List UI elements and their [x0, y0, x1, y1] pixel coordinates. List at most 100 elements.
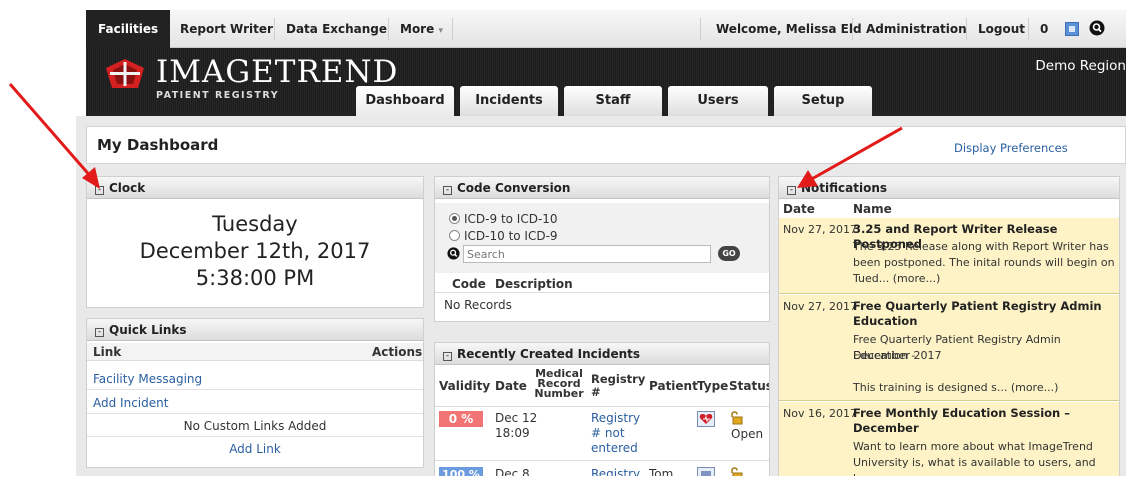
nav-report-writer[interactable]: Report Writer — [180, 10, 273, 48]
nav-divider — [452, 18, 453, 40]
nav-data-exchange[interactable]: Data Exchange — [286, 10, 387, 48]
notification-title-line: Education — [853, 314, 918, 328]
notification-title[interactable]: Free Monthly Education Session – Decembe… — [853, 406, 1070, 436]
tab-setup[interactable]: Setup — [774, 86, 872, 116]
no-custom-links-message: No Custom Links Added — [183, 419, 327, 433]
column-date: Date — [783, 202, 815, 216]
notification-item[interactable]: Nov 27, 2017 3.25 and Report Writer Rele… — [779, 218, 1119, 294]
radio-icd9-to-icd10[interactable]: ICD-9 to ICD-10 — [449, 212, 558, 226]
collapse-icon[interactable]: - — [443, 186, 452, 195]
clock-day: Tuesday — [212, 212, 298, 236]
nav-divider — [274, 18, 275, 40]
registry-link[interactable]: Registry — [591, 467, 640, 476]
tab-staff[interactable]: Staff — [564, 86, 662, 116]
quick-links-column-headers: Link Actions — [87, 343, 423, 361]
notification-body: Want to learn more about what ImageTrend — [853, 440, 1093, 453]
table-row[interactable]: 0 % Dec 12 18:09 Registry # not entered … — [435, 409, 769, 461]
welcome-user[interactable]: Welcome, Melissa Eld — [716, 10, 862, 48]
message-count[interactable]: 0 — [1040, 10, 1048, 48]
search-icon[interactable] — [1089, 20, 1105, 36]
notification-more-link[interactable]: This training is designed s... (more...) — [853, 380, 1058, 396]
nav-divider — [852, 18, 853, 40]
notification-item[interactable]: Nov 27, 2017 Free Quarterly Patient Regi… — [779, 295, 1119, 401]
radio-icd10-to-icd9[interactable]: ICD-10 to ICD-9 — [449, 229, 558, 243]
registry-line: Registry — [591, 411, 641, 425]
column-medical-record-number: Medical Record Number — [534, 367, 584, 400]
clock-time: 5:38:00 PM — [195, 266, 315, 290]
no-records-message: No Records — [444, 298, 512, 312]
clock-title: Clock — [109, 181, 146, 195]
recent-incidents-panel: - Recently Created Incidents Validity Dat… — [434, 342, 770, 476]
table-row[interactable]: 100 % Dec 8 Registry Tom — [435, 465, 769, 476]
go-button[interactable]: GO — [718, 246, 740, 261]
clock-panel: - Clock Tuesday December 12th, 2017 5:38:… — [86, 176, 424, 308]
radio-icon[interactable] — [449, 230, 460, 241]
notification-body: December 2017 — [853, 349, 942, 362]
column-date: Date — [495, 379, 527, 393]
add-link-button[interactable]: Add Link — [87, 442, 423, 456]
row-divider — [87, 436, 423, 437]
quick-link-add-incident[interactable]: Add Incident — [93, 396, 168, 410]
display-preferences-link[interactable]: Display Preferences — [954, 141, 1068, 155]
notification-more-link[interactable]: Tued... (more...) — [853, 271, 940, 287]
quick-links-header[interactable]: - Quick Links — [87, 319, 423, 341]
nav-logout[interactable]: Logout — [978, 10, 1025, 48]
notification-title[interactable]: Free Quarterly Patient Registry Admin Ed… — [853, 299, 1102, 329]
recent-incidents-title: Recently Created Incidents — [457, 347, 641, 361]
column-description: Description — [495, 277, 573, 291]
patient-name: Tom — [649, 467, 674, 476]
quick-link-facility-messaging[interactable]: Facility Messaging — [93, 372, 202, 386]
notification-date: Nov 27, 2017 — [783, 223, 857, 236]
recent-incidents-header[interactable]: - Recently Created Incidents — [435, 343, 769, 365]
notification-date: Nov 16, 2017 — [783, 407, 857, 420]
incident-date: Dec 12 18:09 — [495, 411, 537, 441]
nav-divider — [1028, 18, 1029, 40]
top-navigation-bar: Facilities Report Writer Data Exchange M… — [86, 10, 1126, 48]
incident-type-icon — [697, 467, 715, 476]
region-name: Demo Region — [1035, 58, 1126, 74]
column-patient: Patient — [649, 379, 698, 393]
search-icon — [447, 247, 460, 263]
column-validity: Validity — [439, 379, 491, 393]
page-title: My Dashboard — [97, 136, 219, 154]
collapse-icon[interactable]: - — [95, 328, 104, 337]
unlock-icon — [729, 411, 743, 428]
column-code: Code — [452, 277, 486, 291]
notification-body: University is, what is available to user… — [853, 456, 1096, 476]
tab-incidents[interactable]: Incidents — [460, 86, 558, 116]
row-divider — [87, 389, 423, 390]
row-divider — [87, 413, 423, 414]
notifications-header[interactable]: - Notifications — [779, 177, 1119, 199]
notification-item[interactable]: Nov 16, 2017 Free Monthly Education Sess… — [779, 402, 1119, 476]
registry-link[interactable]: Registry # not entered — [591, 411, 640, 456]
nav-more-label: More — [400, 22, 435, 36]
clock-date: December 12th, 2017 — [139, 239, 371, 263]
dashboard-titlebar: My Dashboard Display Preferences — [86, 126, 1126, 164]
clock-display: Tuesday December 12th, 2017 5:38:00 PM — [87, 211, 423, 292]
collapse-icon[interactable]: - — [443, 352, 452, 361]
notifications-title: Notifications — [801, 181, 888, 195]
notification-date: Nov 27, 2017 — [783, 300, 857, 313]
quick-links-title: Quick Links — [109, 323, 187, 337]
tab-users[interactable]: Users — [668, 86, 768, 116]
brand-name: IMAGETREND — [156, 54, 399, 90]
notification-title-line: December — [853, 421, 919, 435]
code-conversion-title: Code Conversion — [457, 181, 571, 195]
nav-facilities[interactable]: Facilities — [86, 10, 171, 48]
column-actions: Actions — [372, 345, 423, 359]
nav-divider — [966, 18, 967, 40]
tab-dashboard[interactable]: Dashboard — [356, 86, 454, 116]
messages-icon[interactable] — [1065, 22, 1079, 36]
collapse-icon[interactable]: - — [787, 186, 796, 195]
radio-selected-icon[interactable] — [449, 213, 460, 224]
nav-more[interactable]: More ▾ — [400, 10, 443, 48]
nav-administration[interactable]: Administration — [866, 10, 967, 48]
code-search-input[interactable] — [463, 245, 711, 263]
code-conversion-form: ICD-9 to ICD-10 ICD-10 to ICD-9 GO — [435, 203, 769, 273]
clock-header[interactable]: - Clock — [87, 177, 423, 199]
brand-subtitle: PATIENT REGISTRY — [156, 90, 280, 101]
notifications-column-headers: Date Name — [779, 201, 1119, 217]
collapse-icon[interactable]: - — [95, 186, 104, 195]
code-conversion-header[interactable]: - Code Conversion — [435, 177, 769, 199]
notification-title-line: Free Monthly Education Session – — [853, 406, 1070, 420]
